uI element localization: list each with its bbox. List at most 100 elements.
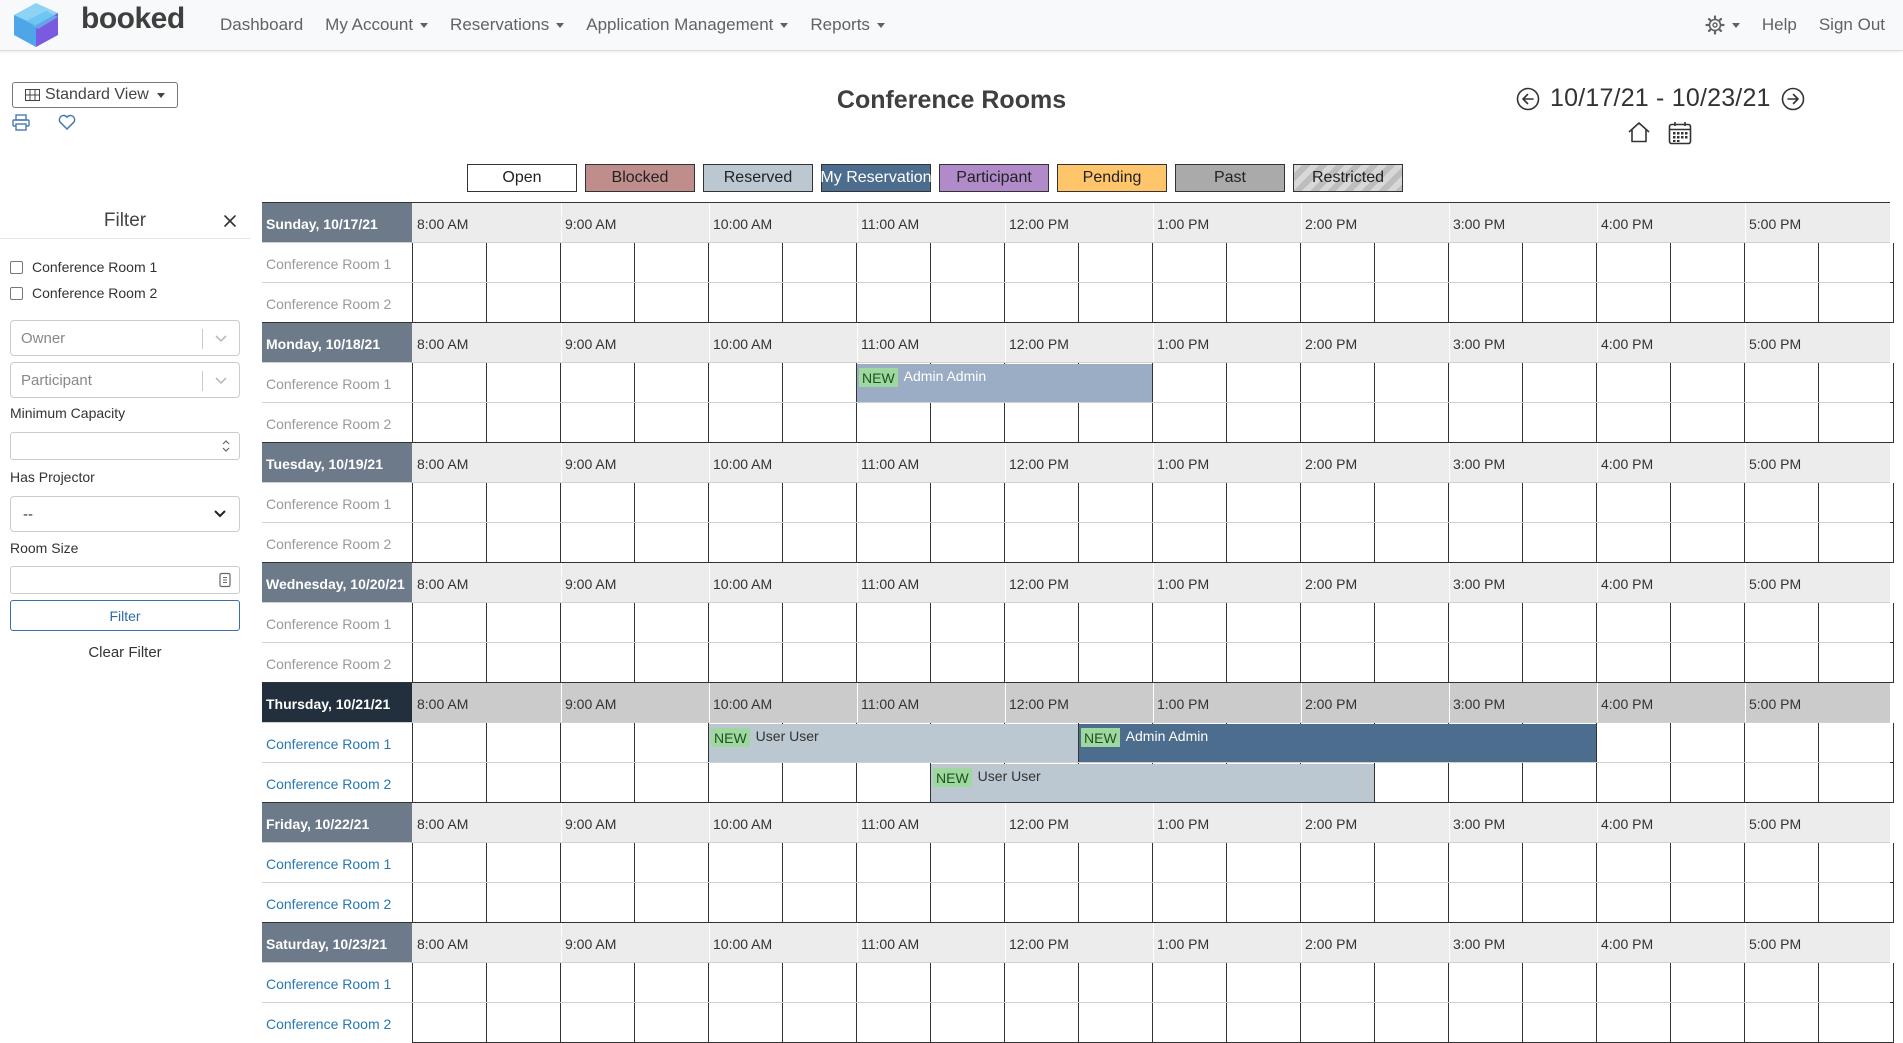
time-slot[interactable]: [1004, 483, 1078, 523]
time-slot[interactable]: [634, 363, 708, 403]
time-slot[interactable]: [856, 883, 930, 923]
nav-dashboard[interactable]: Dashboard: [220, 15, 303, 35]
time-slot[interactable]: [1226, 843, 1300, 883]
time-slot[interactable]: [1744, 723, 1818, 763]
time-slot[interactable]: [486, 963, 560, 1003]
time-slot[interactable]: [1226, 963, 1300, 1003]
time-slot[interactable]: [1374, 603, 1448, 643]
reservation-block[interactable]: NEW Admin Admin: [1079, 724, 1596, 762]
time-slot[interactable]: [1078, 843, 1152, 883]
time-slot[interactable]: [1374, 483, 1448, 523]
time-slot[interactable]: [1596, 243, 1670, 283]
time-slot[interactable]: [1670, 243, 1744, 283]
time-slot[interactable]: [1078, 483, 1152, 523]
time-slot[interactable]: [1300, 883, 1374, 923]
time-slot[interactable]: [782, 403, 856, 443]
time-slot[interactable]: [1670, 283, 1744, 323]
time-slot[interactable]: [1448, 483, 1522, 523]
time-slot[interactable]: [560, 363, 634, 403]
time-slot[interactable]: [486, 603, 560, 643]
has-projector-select[interactable]: --: [10, 496, 240, 532]
time-slot[interactable]: [1004, 843, 1078, 883]
time-slot[interactable]: [1522, 643, 1596, 683]
time-slot[interactable]: [1226, 523, 1300, 563]
arrow-left-circle-icon[interactable]: [1516, 87, 1540, 111]
time-slot[interactable]: [1596, 483, 1670, 523]
time-slot[interactable]: [1226, 883, 1300, 923]
nav-my-account[interactable]: My Account: [325, 15, 429, 35]
time-slot[interactable]: [1522, 283, 1596, 323]
settings-menu[interactable]: [1705, 15, 1740, 35]
time-slot[interactable]: [1596, 603, 1670, 643]
time-slot[interactable]: [1596, 763, 1670, 803]
time-slot[interactable]: [560, 763, 634, 803]
time-slot[interactable]: [1744, 763, 1818, 803]
time-slot[interactable]: [856, 483, 930, 523]
time-slot[interactable]: [782, 643, 856, 683]
time-slot[interactable]: [1448, 603, 1522, 643]
time-slot[interactable]: [1818, 483, 1894, 523]
time-slot[interactable]: [1226, 603, 1300, 643]
time-slot[interactable]: [1374, 363, 1448, 403]
time-slot[interactable]: [1152, 883, 1226, 923]
time-slot[interactable]: [1818, 243, 1894, 283]
time-slot[interactable]: [1448, 523, 1522, 563]
time-slot[interactable]: [1300, 243, 1374, 283]
time-slot[interactable]: [1670, 1003, 1744, 1043]
time-slot[interactable]: [560, 883, 634, 923]
time-slot[interactable]: [1818, 763, 1894, 803]
time-slot[interactable]: [856, 603, 930, 643]
time-slot[interactable]: [1744, 883, 1818, 923]
time-slot[interactable]: [1300, 403, 1374, 443]
time-slot[interactable]: [1004, 1003, 1078, 1043]
time-slot[interactable]: [634, 603, 708, 643]
time-slot[interactable]: [1004, 243, 1078, 283]
time-slot[interactable]: [1818, 1003, 1894, 1043]
time-slot[interactable]: [930, 963, 1004, 1003]
time-slot[interactable]: [1744, 963, 1818, 1003]
time-slot[interactable]: [1152, 243, 1226, 283]
time-slot[interactable]: [1374, 643, 1448, 683]
time-slot[interactable]: [930, 483, 1004, 523]
time-slot[interactable]: [1670, 603, 1744, 643]
time-slot[interactable]: [634, 483, 708, 523]
time-slot[interactable]: [560, 243, 634, 283]
time-slot[interactable]: [412, 483, 486, 523]
time-slot[interactable]: [782, 763, 856, 803]
close-icon[interactable]: [223, 214, 237, 228]
time-slot[interactable]: [1744, 603, 1818, 643]
time-slot[interactable]: [1596, 363, 1670, 403]
nav-reports[interactable]: Reports: [810, 15, 885, 35]
time-slot[interactable]: [782, 483, 856, 523]
time-slot[interactable]: [782, 603, 856, 643]
time-slot[interactable]: [412, 723, 486, 763]
time-slot[interactable]: [634, 883, 708, 923]
resource-name[interactable]: Conference Room 2: [262, 763, 412, 803]
arrow-right-circle-icon[interactable]: [1781, 87, 1805, 111]
time-slot[interactable]: [930, 1003, 1004, 1043]
time-slot[interactable]: [1522, 523, 1596, 563]
time-slot[interactable]: [1670, 723, 1744, 763]
time-slot[interactable]: [486, 283, 560, 323]
checkbox[interactable]: [10, 286, 23, 300]
time-slot[interactable]: [486, 483, 560, 523]
time-slot[interactable]: [560, 483, 634, 523]
time-slot[interactable]: [782, 363, 856, 403]
time-slot[interactable]: [1744, 643, 1818, 683]
time-slot[interactable]: [708, 643, 782, 683]
time-slot[interactable]: [634, 243, 708, 283]
time-slot[interactable]: [486, 883, 560, 923]
time-slot[interactable]: [708, 883, 782, 923]
time-slot[interactable]: [930, 403, 1004, 443]
time-slot[interactable]: [634, 403, 708, 443]
time-slot[interactable]: [1152, 403, 1226, 443]
min-capacity-input[interactable]: [10, 432, 240, 460]
time-slot[interactable]: [412, 1003, 486, 1043]
time-slot[interactable]: [1596, 963, 1670, 1003]
time-slot[interactable]: [1670, 843, 1744, 883]
time-slot[interactable]: [1818, 363, 1894, 403]
time-slot[interactable]: [1078, 603, 1152, 643]
filter-button[interactable]: Filter: [10, 600, 240, 631]
time-slot[interactable]: [930, 603, 1004, 643]
time-slot[interactable]: [782, 283, 856, 323]
